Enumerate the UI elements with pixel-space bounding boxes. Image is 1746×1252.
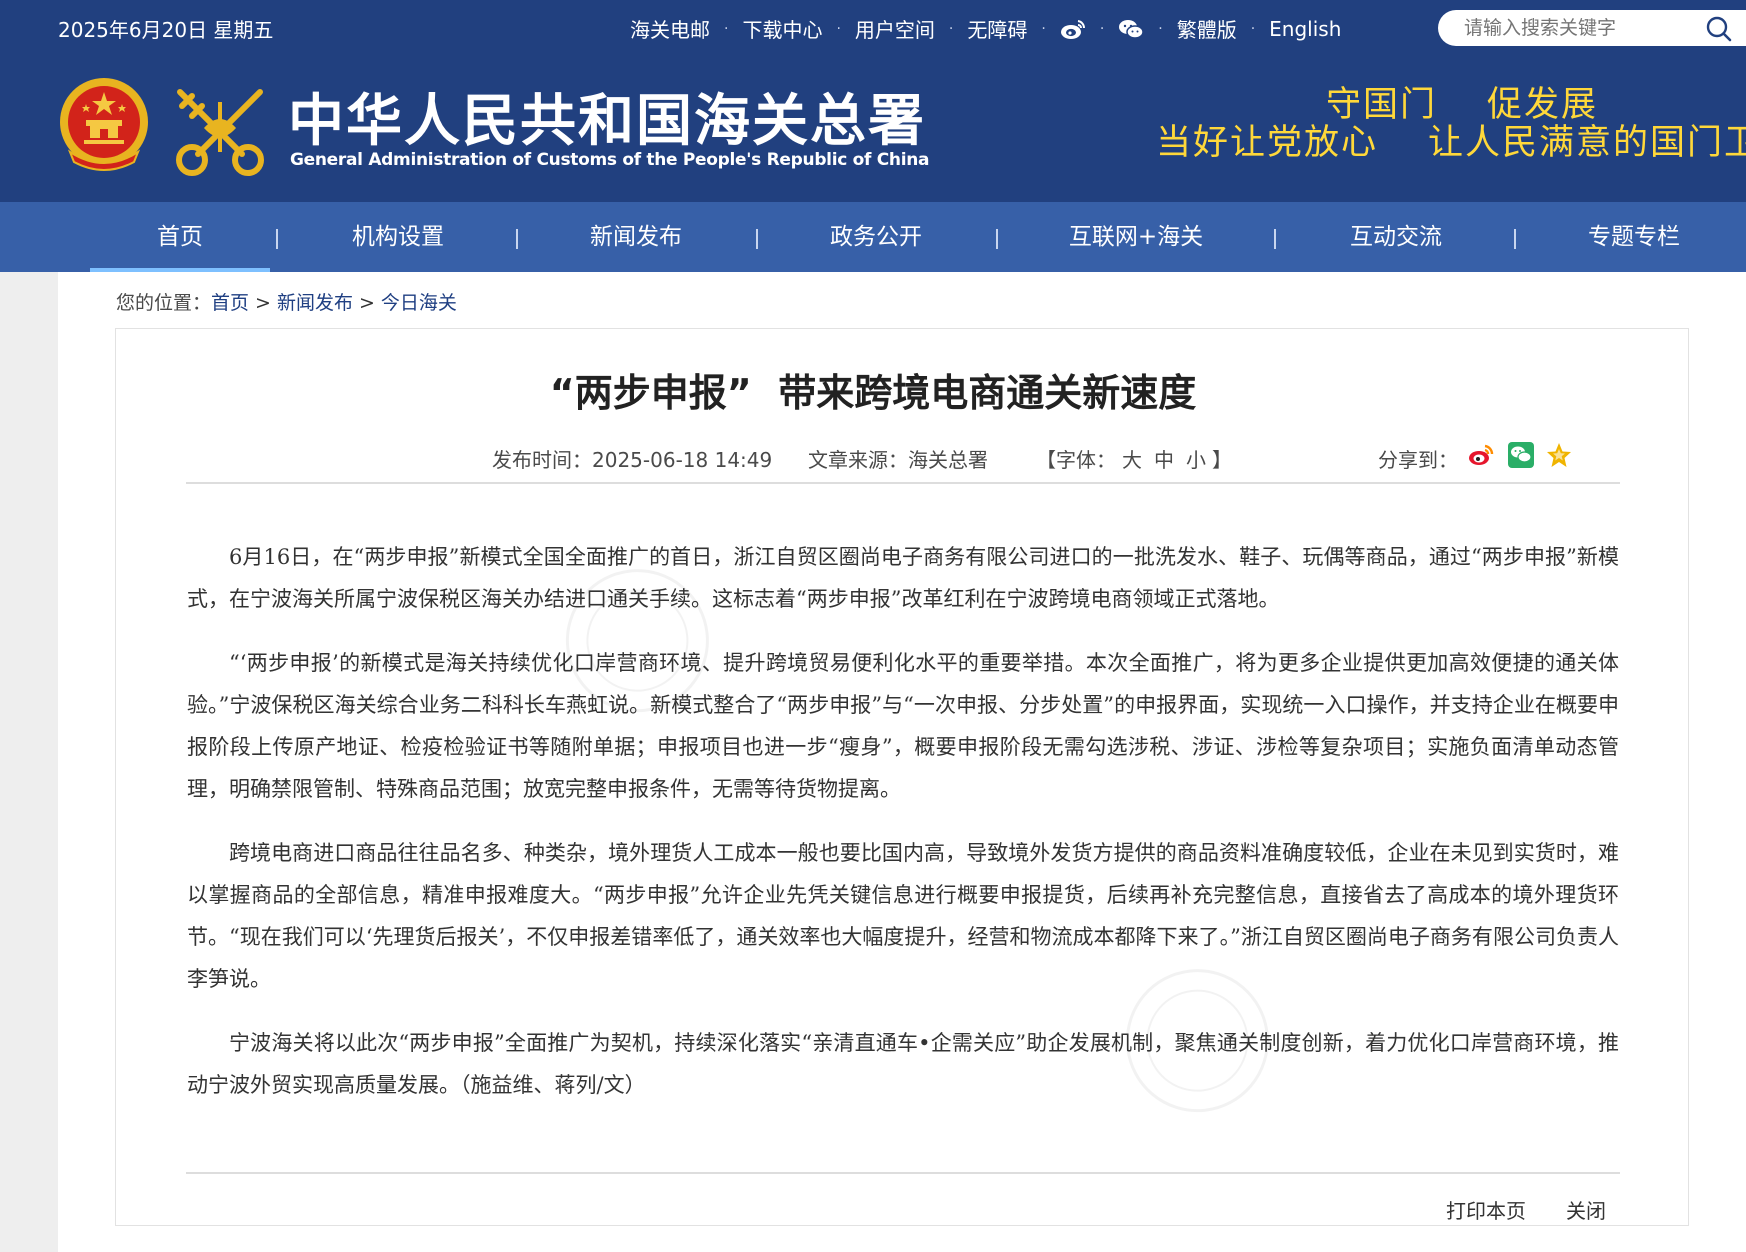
article-body: 6月16日，在“两步申报”新模式全国全面推广的首日，浙江自贸区圈尚电子商务有限公… [187, 536, 1619, 1128]
breadcrumb-prefix: 您的位置： [116, 292, 212, 314]
link-english[interactable]: English [1269, 17, 1341, 41]
slogan-phrase: 让人民满意的国门卫士 [1428, 123, 1746, 163]
page-left-margin [0, 272, 58, 1252]
article-source: 文章来源：海关总署 [808, 444, 988, 473]
top-links: 海关电邮 · 下载中心 · 用户空间 · 无障碍 · · · 繁體版 · Eng… [630, 14, 1341, 43]
article-paragraph: 跨境电商进口商品往往品名多、种类杂，境外理货人工成本一般也要比国内高，导致境外发… [187, 841, 1619, 991]
publish-time-value: 2025-06-18 14:49 [592, 448, 773, 472]
main-nav: 首页 机构设置 新闻发布 政务公开 互联网+海关 互动交流 专题专栏 [0, 202, 1746, 272]
nav-item-special-topics[interactable]: 专题专栏 [1554, 202, 1714, 272]
search-input[interactable] [1464, 16, 1694, 40]
nav-item-news[interactable]: 新闻发布 [556, 202, 716, 272]
breadcrumb-news[interactable]: 新闻发布 [277, 292, 353, 314]
nav-divider [1274, 229, 1276, 249]
link-download-center[interactable]: 下载中心 [742, 14, 822, 43]
site-header: 2025年6月20日 星期五 海关电邮 · 下载中心 · 用户空间 · 无障碍 … [0, 0, 1746, 202]
breadcrumb: 您的位置：首页 > 新闻发布 > 今日海关 [116, 288, 457, 315]
link-separator: · [1099, 20, 1105, 37]
customs-key-emblem-icon [168, 80, 272, 180]
article-title: “两步申报” 带来跨境电商通关新速度 [549, 371, 1197, 415]
breadcrumb-today-customs[interactable]: 今日海关 [381, 292, 457, 314]
nav-item-home[interactable]: 首页 [90, 202, 270, 272]
search-box [1438, 10, 1746, 46]
article-paragraph: 宁波海关将以此次“两步申报”全面推广为契机，持续深化落实“亲清直通车•企需关应”… [187, 1031, 1619, 1097]
link-separator: · [1158, 20, 1163, 37]
article-paragraph: “‘两步申报’的新模式是海关持续优化口岸营商环境、提升跨境贸易便利化水平的重要举… [187, 651, 1619, 801]
link-separator: · [948, 20, 954, 37]
publish-time-label: 发布时间： [492, 448, 592, 472]
link-user-space[interactable]: 用户空间 [855, 14, 935, 43]
nav-divider [516, 229, 518, 249]
font-size-medium[interactable]: 中 [1154, 448, 1174, 472]
article-paragraph: 6月16日，在“两步申报”新模式全国全面推广的首日，浙江自贸区圈尚电子商务有限公… [187, 545, 1619, 611]
footer-divider [186, 1172, 1620, 1174]
link-separator: · [724, 20, 729, 37]
font-size-label: 【字体： [1036, 448, 1116, 472]
share-weibo-icon[interactable] [1468, 442, 1494, 468]
link-customs-mail[interactable]: 海关电邮 [630, 14, 710, 43]
breadcrumb-separator: > [255, 292, 271, 314]
breadcrumb-home[interactable]: 首页 [211, 292, 249, 314]
nav-item-internet-customs[interactable]: 互联网+海关 [1036, 202, 1236, 272]
share-label: 分享到： [1378, 448, 1458, 472]
nav-item-interaction[interactable]: 互动交流 [1316, 202, 1476, 272]
nav-item-government-affairs[interactable]: 政务公开 [796, 202, 956, 272]
nav-divider [996, 229, 998, 249]
search-icon[interactable] [1704, 14, 1734, 44]
wechat-icon[interactable] [1118, 18, 1145, 40]
share-favorite-icon[interactable] [1546, 442, 1572, 468]
font-size-small[interactable]: 小 [1186, 448, 1206, 472]
close-page-link[interactable]: 关闭 [1566, 1195, 1606, 1224]
site-title: 中华人民共和国海关总署 [288, 88, 926, 154]
font-size-label-close: 】 [1212, 448, 1232, 472]
publish-time: 发布时间：2025-06-18 14:49 [492, 444, 772, 473]
link-separator: · [1250, 20, 1256, 37]
share-wechat-icon[interactable] [1508, 442, 1534, 468]
link-accessibility[interactable]: 无障碍 [967, 14, 1027, 43]
source-label: 文章来源： [808, 448, 908, 472]
font-size-switcher: 【字体：大中小】 [1036, 444, 1232, 473]
nav-divider [276, 229, 278, 249]
nav-item-organization[interactable]: 机构设置 [318, 202, 478, 272]
nav-divider [1514, 229, 1516, 249]
current-date: 2025年6月20日 星期五 [58, 18, 274, 42]
weibo-icon[interactable] [1060, 18, 1086, 40]
source-value: 海关总署 [908, 448, 988, 472]
slogan-phrase: 当好让党放心 [1156, 123, 1379, 163]
link-traditional-chinese[interactable]: 繁體版 [1177, 14, 1237, 43]
site-title-en: General Administration of Customs of the… [290, 150, 930, 170]
meta-divider [186, 482, 1620, 484]
link-separator: · [1041, 20, 1046, 37]
nav-divider [756, 229, 758, 249]
link-separator: · [836, 20, 841, 37]
breadcrumb-separator: > [358, 292, 375, 314]
font-size-large[interactable]: 大 [1122, 448, 1142, 472]
print-page-link[interactable]: 打印本页 [1446, 1195, 1526, 1224]
slogan-line-2: 当好让党放心 让人民满意的国门卫士 [1156, 114, 1746, 165]
national-emblem-icon [56, 76, 152, 176]
